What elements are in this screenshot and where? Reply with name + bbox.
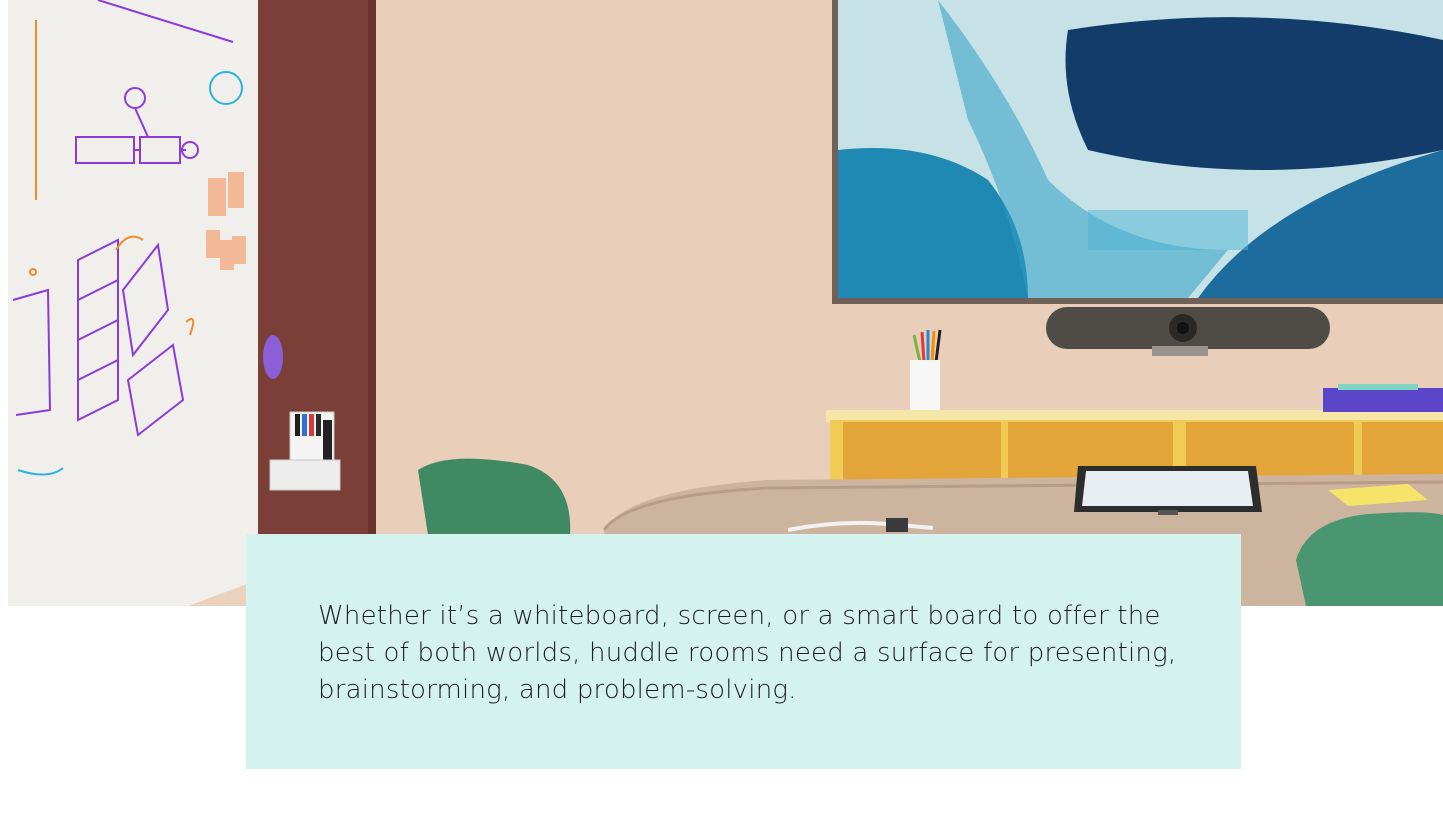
caption-text: Whether it’s a whiteboard, screen, or a …: [318, 601, 1177, 705]
hero-photo: [8, 0, 1443, 606]
wall-button: [263, 335, 283, 379]
wall-artwork: [832, 0, 1443, 304]
brown-wall: [248, 0, 375, 606]
video-bar: [1046, 307, 1330, 356]
whiteboard: [8, 0, 258, 606]
huddle-room-illustration: [8, 0, 1443, 606]
room-tablet: [1074, 466, 1262, 515]
caption-card: Whether it’s a whiteboard, screen, or a …: [246, 534, 1241, 769]
